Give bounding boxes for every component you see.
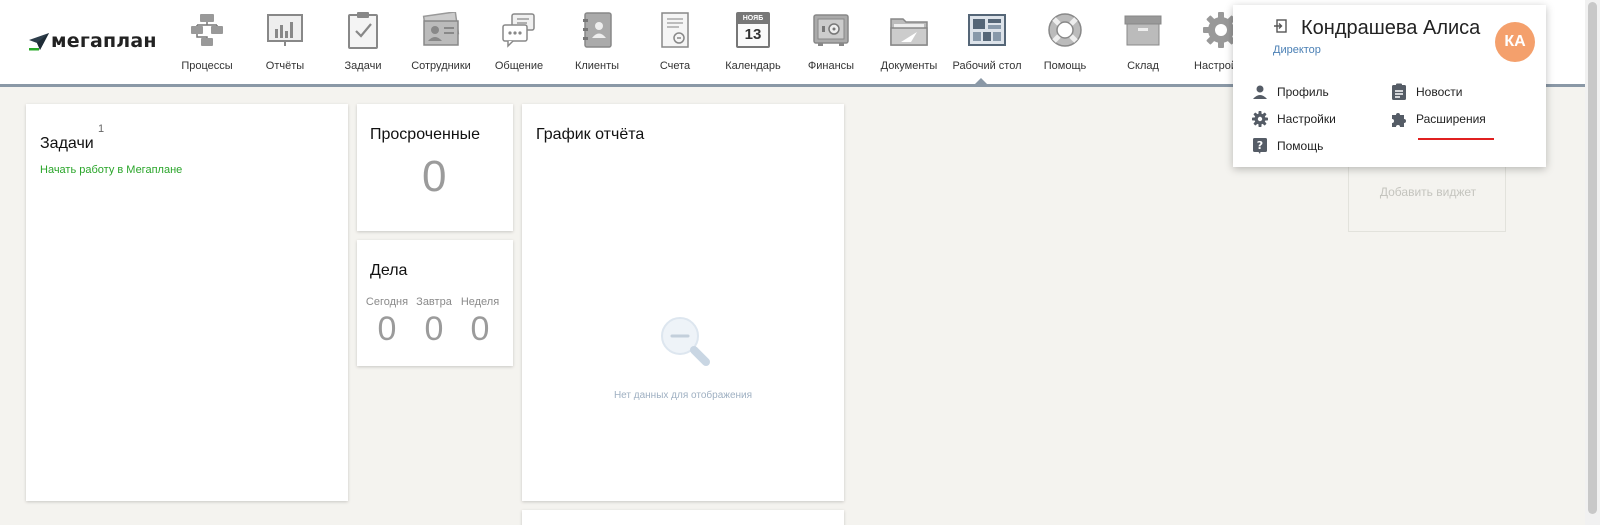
id-cards-icon — [421, 10, 461, 50]
settings-gear-icon — [1251, 110, 1269, 128]
active-nav-caret-icon — [974, 78, 988, 85]
storage-box-icon — [1123, 10, 1163, 50]
deals-tomorrow-label: Завтра — [416, 296, 452, 308]
scrollbar-thumb[interactable] — [1588, 2, 1597, 514]
nav-label-reports: Отчёты — [265, 60, 305, 72]
menu-item-settings-label: Настройки — [1277, 112, 1336, 126]
add-widget-label: Добавить виджет — [1379, 185, 1477, 199]
tasks-count-badge: 1 — [98, 123, 105, 135]
deals-today-label: Сегодня — [365, 296, 409, 308]
user-role: Директор — [1273, 44, 1321, 56]
nav-label-employees: Сотрудники — [411, 60, 471, 72]
nav-item-warehouse[interactable]: Склад — [1104, 10, 1182, 76]
nav-item-desktop[interactable]: Рабочий стол — [948, 10, 1026, 76]
presentation-chart-icon — [265, 10, 305, 50]
zoom-out-magnifier-icon — [661, 317, 710, 366]
nav-label-finance: Финансы — [807, 60, 855, 72]
nav-item-documents[interactable]: Документы — [870, 10, 948, 76]
calendar-day: 13 — [744, 26, 762, 43]
menu-item-extensions-label: Расширения — [1416, 112, 1486, 126]
deals-week-label: Неделя — [460, 296, 500, 308]
user-name: Кондрашева Алиса — [1301, 17, 1481, 39]
lifebuoy-icon — [1045, 10, 1085, 50]
menu-item-extensions[interactable]: Расширения — [1390, 110, 1486, 128]
deals-today[interactable]: Сегодня 0 — [362, 296, 412, 349]
deals-week-value: 0 — [470, 310, 490, 348]
extensions-highlight-underline — [1418, 138, 1494, 140]
nav-item-calendar[interactable]: НОЯБ 13 Календарь — [714, 10, 792, 76]
nav-label-documents: Документы — [880, 60, 938, 72]
person-icon — [1251, 83, 1269, 101]
nav-label-processes: Процессы — [181, 60, 233, 72]
tasks-widget[interactable]: Задачи 1 Начать работу в Мегаплане — [26, 104, 348, 501]
safe-icon — [811, 10, 851, 50]
menu-item-help-label: Помощь — [1277, 139, 1324, 153]
main-nav: Процессы Отчёты Задачи Сотрудники Общени… — [168, 10, 1260, 76]
menu-item-profile-label: Профиль — [1277, 85, 1329, 99]
overdue-widget[interactable]: Просроченные 0 — [357, 104, 513, 231]
user-menu-dropdown: Кондрашева Алиса Директор КА Профиль Нов… — [1233, 5, 1546, 167]
start-megaplan-link[interactable]: Начать работу в Мегаплане — [40, 164, 182, 176]
megaplan-logo[interactable]: мегаплан — [28, 30, 157, 52]
widget-partial-bottom — [522, 510, 844, 525]
nav-label-calendar: Календарь — [725, 60, 781, 72]
nav-label-communication: Общение — [494, 60, 544, 72]
invoice-document-icon — [655, 10, 695, 50]
deals-tomorrow-value: 0 — [424, 310, 444, 348]
deals-tomorrow[interactable]: Завтра 0 — [409, 296, 459, 349]
flowchart-icon — [187, 10, 227, 50]
calendar-icon: НОЯБ 13 — [733, 10, 773, 50]
tasks-widget-title: Задачи — [40, 135, 94, 152]
no-data-message: Нет данных для отображения — [613, 390, 753, 401]
chat-bubbles-icon — [499, 10, 539, 50]
nav-item-reports[interactable]: Отчёты — [246, 10, 324, 76]
nav-label-invoices: Счета — [659, 60, 691, 72]
nav-item-finance[interactable]: Финансы — [792, 10, 870, 76]
overdue-widget-title: Просроченные — [370, 126, 481, 143]
nav-item-help[interactable]: Помощь — [1026, 10, 1104, 76]
nav-item-invoices[interactable]: Счета — [636, 10, 714, 76]
page-scrollbar[interactable] — [1585, 0, 1600, 525]
svg-text:?: ? — [1257, 139, 1263, 152]
nav-label-warehouse: Склад — [1127, 60, 1159, 72]
menu-item-profile[interactable]: Профиль — [1251, 83, 1329, 101]
nav-label-tasks: Задачи — [344, 60, 382, 72]
nav-item-processes[interactable]: Процессы — [168, 10, 246, 76]
menu-item-settings[interactable]: Настройки — [1251, 110, 1336, 128]
dashboard-icon — [967, 10, 1007, 50]
clipboard-icon — [1390, 83, 1408, 101]
logo-text: мегаплан — [51, 30, 157, 52]
nav-item-clients[interactable]: Клиенты — [558, 10, 636, 76]
nav-item-employees[interactable]: Сотрудники — [402, 10, 480, 76]
menu-item-news-label: Новости — [1416, 85, 1463, 99]
deals-widget[interactable]: Дела Сегодня 0 Завтра 0 Неделя 0 — [357, 240, 513, 366]
question-icon: ? — [1251, 137, 1269, 155]
clipboard-check-icon — [343, 10, 383, 50]
deals-today-value: 0 — [377, 310, 397, 348]
menu-item-help[interactable]: ? Помощь — [1251, 137, 1323, 155]
overdue-count: 0 — [422, 152, 447, 201]
nav-label-desktop: Рабочий стол — [952, 60, 1022, 72]
nav-label-help: Помощь — [1043, 60, 1087, 72]
deals-widget-title: Дела — [370, 262, 408, 279]
nav-item-communication[interactable]: Общение — [480, 10, 558, 76]
calendar-month: НОЯБ — [738, 14, 768, 24]
report-chart-title: График отчёта — [536, 126, 645, 143]
folder-icon — [889, 10, 929, 50]
logo-mark-icon — [29, 33, 49, 51]
avatar[interactable]: КА — [1495, 22, 1535, 62]
menu-item-news[interactable]: Новости — [1390, 83, 1462, 101]
address-book-icon — [577, 10, 617, 50]
deals-week[interactable]: Неделя 0 — [455, 296, 505, 349]
nav-item-tasks[interactable]: Задачи — [324, 10, 402, 76]
report-chart-widget[interactable]: График отчёта Нет данных для отображения — [522, 104, 844, 501]
puzzle-piece-icon — [1390, 110, 1408, 128]
nav-label-clients: Клиенты — [574, 60, 620, 72]
logout-icon[interactable] — [1273, 19, 1287, 33]
